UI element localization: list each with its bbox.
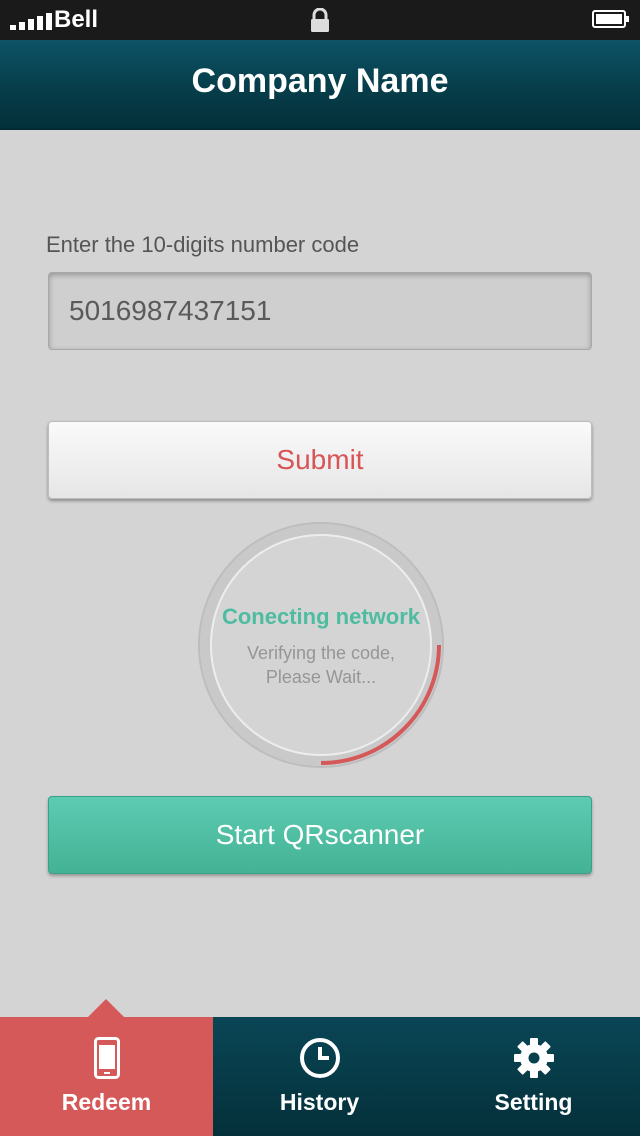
code-input[interactable] (48, 272, 592, 350)
tab-label-history: History (279, 1089, 360, 1115)
battery-icon (592, 10, 629, 28)
app-header: Company Name (0, 40, 640, 130)
loading-indicator: Conecting network Verifying the code, Pl… (196, 520, 446, 770)
submit-button[interactable]: Submit (48, 421, 592, 499)
loader-title: Conecting network (221, 604, 420, 629)
loader-line-1: Verifying the code, (246, 643, 396, 663)
carrier-name: Bell (54, 6, 99, 33)
tab-setting[interactable]: Setting (427, 1017, 640, 1136)
tab-label-redeem: Redeem (61, 1089, 152, 1115)
tab-bar: Redeem History Setting (0, 999, 640, 1136)
tab-history[interactable]: History (213, 1017, 426, 1136)
status-bar: Bell (0, 0, 640, 40)
loader-line-2: Please Wait... (265, 667, 377, 687)
lock-icon (311, 8, 329, 32)
phone-icon (93, 1037, 120, 1079)
tab-redeem[interactable]: Redeem (0, 999, 213, 1136)
gear-icon (513, 1038, 554, 1078)
signal-strength-icon (10, 12, 52, 30)
tab-label-setting: Setting (494, 1089, 573, 1115)
loader-message: Verifying the code, Please Wait... (196, 641, 446, 689)
clock-icon (299, 1038, 340, 1078)
code-label: Enter the 10-digits number code (46, 232, 360, 257)
page-title: Company Name (191, 62, 449, 100)
start-qrscanner-button[interactable]: Start QRscanner (48, 796, 592, 874)
